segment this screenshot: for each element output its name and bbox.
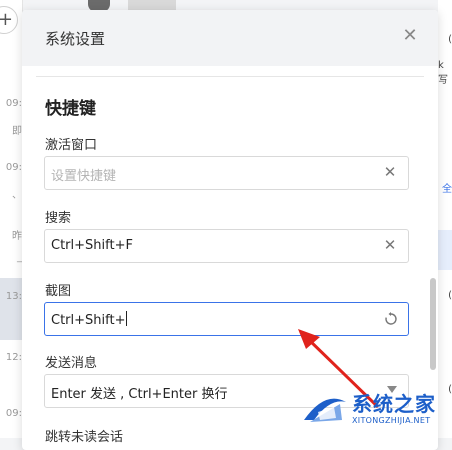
background-chat-list: + 09: 即 09: 、 昨 _ 13: 12: 09: [0, 0, 23, 438]
field-label-screenshot: 截图 [45, 284, 72, 299]
divider [36, 76, 424, 77]
panel-text: ( [448, 34, 452, 45]
section-title: 快捷键 [45, 99, 96, 119]
text-caret [126, 311, 128, 326]
screenshot-shortcut-text: Ctrl+Shift+ [51, 313, 126, 328]
watermark-logo-icon [304, 398, 346, 422]
field-label-search: 搜索 [45, 211, 72, 226]
send-message-value: Enter 发送 , Ctrl+Enter 换行 [51, 387, 228, 402]
chat-time: 09: [5, 98, 22, 109]
panel-text: ( [448, 290, 452, 301]
background-right-panel: ( k写 全 ( ( [438, 0, 452, 438]
watermark: 系统之家 XITONGZHIJIA.NET [300, 388, 448, 434]
field-label-activate-window: 激活窗口 [45, 138, 98, 153]
activate-window-placeholder: 设置快捷键 [51, 169, 117, 184]
chat-snippet: 即 [12, 126, 22, 137]
chat-time: 昨 [12, 231, 22, 242]
close-icon[interactable]: ✕ [402, 27, 418, 45]
dialog-header: 系统设置 ✕ [22, 10, 438, 66]
screenshot-shortcut-value: Ctrl+Shift+ [51, 311, 128, 328]
scrollbar[interactable] [430, 278, 436, 370]
chat-time[interactable]: 13: [0, 278, 22, 340]
watermark-subtext: XITONGZHIJIA.NET [352, 416, 431, 425]
field-label-jump-unread: 跳转未读会话 [45, 430, 124, 445]
chat-time: 12: [5, 352, 22, 363]
watermark-text: 系统之家 [352, 392, 436, 416]
chat-snippet: 、 [12, 190, 22, 201]
chat-time: 09: [5, 162, 22, 173]
clear-icon[interactable]: ✕ [383, 238, 397, 253]
dialog-title: 系统设置 [45, 30, 106, 48]
panel-highlight [438, 230, 452, 270]
panel-link[interactable]: 全 [442, 180, 452, 195]
panel-text: ( [448, 384, 452, 395]
chat-time: 09: [5, 408, 22, 419]
search-shortcut-value: Ctrl+Shift+F [51, 238, 133, 253]
panel-text: k写 [438, 60, 448, 86]
clear-icon[interactable]: ✕ [383, 165, 397, 180]
chat-snippet: _ [17, 252, 22, 263]
search-shortcut-input[interactable]: Ctrl+Shift+F ✕ [44, 229, 409, 263]
blurred-name [128, 0, 176, 10]
add-chat-button[interactable]: + [0, 6, 18, 34]
field-label-send-message: 发送消息 [45, 356, 98, 371]
activate-window-shortcut-input[interactable]: 设置快捷键 ✕ [44, 156, 409, 190]
